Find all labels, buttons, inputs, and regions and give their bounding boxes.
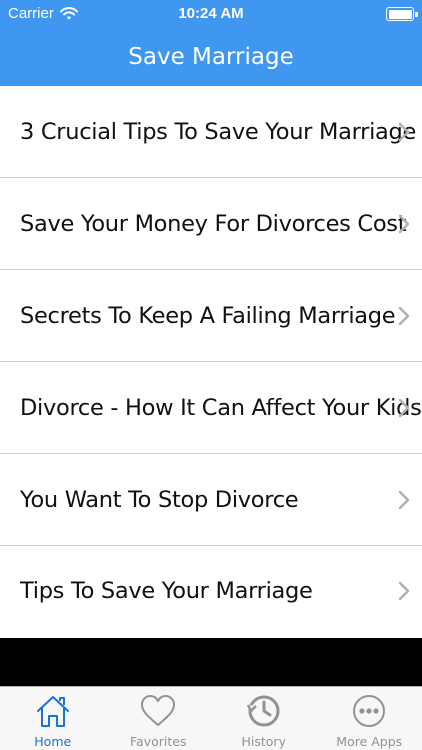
more-icon bbox=[353, 695, 386, 727]
chevron-right-icon bbox=[398, 490, 410, 509]
tab-history[interactable]: History bbox=[211, 687, 317, 750]
list-item-label: Secrets To Keep A Failing Marriage bbox=[20, 302, 396, 329]
chevron-right-icon bbox=[398, 398, 410, 417]
status-time: 10:24 AM bbox=[178, 5, 244, 22]
heart-icon bbox=[141, 695, 176, 726]
list-item-label: Divorce - How It Can Affect Your Kids bbox=[20, 394, 422, 421]
app-header: Carrier 10:24 AM Save Marriage bbox=[0, 0, 422, 86]
list-item-label: Tips To Save Your Marriage bbox=[20, 578, 313, 604]
history-icon bbox=[246, 695, 280, 727]
chevron-right-icon bbox=[398, 122, 410, 141]
tab-label: More Apps bbox=[336, 734, 403, 749]
list-item[interactable]: Tips To Save Your Marriage bbox=[0, 546, 422, 636]
list-item[interactable]: 3 Crucial Tips To Save Your Marriage bbox=[0, 86, 422, 178]
battery-fill bbox=[388, 9, 412, 19]
home-icon bbox=[36, 696, 69, 727]
tab-label: Favorites bbox=[130, 734, 187, 749]
chevron-right-icon bbox=[398, 306, 410, 325]
page-title: Save Marriage bbox=[128, 44, 294, 70]
tab-label: History bbox=[241, 734, 286, 749]
ad-banner-area bbox=[0, 638, 422, 686]
list-item[interactable]: You Want To Stop Divorce bbox=[0, 454, 422, 546]
list-item[interactable]: Divorce - How It Can Affect Your Kids bbox=[0, 362, 422, 454]
tab-home[interactable]: Home bbox=[0, 687, 106, 750]
list-item[interactable]: Secrets To Keep A Failing Marriage bbox=[0, 270, 422, 362]
list-item-label: 3 Crucial Tips To Save Your Marriage bbox=[20, 118, 417, 145]
article-list: 3 Crucial Tips To Save Your Marriage Sav… bbox=[0, 86, 422, 636]
list-item-label: You Want To Stop Divorce bbox=[20, 486, 299, 513]
list-item[interactable]: Save Your Money For Divorces Cost bbox=[0, 178, 422, 270]
tab-label: Home bbox=[34, 734, 72, 749]
tab-bar: Home Favorites History More Apps bbox=[0, 686, 422, 750]
list-item-label: Save Your Money For Divorces Cost bbox=[20, 210, 407, 237]
chevron-right-icon bbox=[398, 581, 410, 601]
tab-favorites[interactable]: Favorites bbox=[106, 687, 212, 750]
tab-more-apps[interactable]: More Apps bbox=[317, 687, 422, 750]
status-bar: Carrier 10:24 AM bbox=[0, 0, 422, 30]
battery-icon bbox=[386, 7, 418, 21]
chevron-right-icon bbox=[398, 214, 410, 233]
